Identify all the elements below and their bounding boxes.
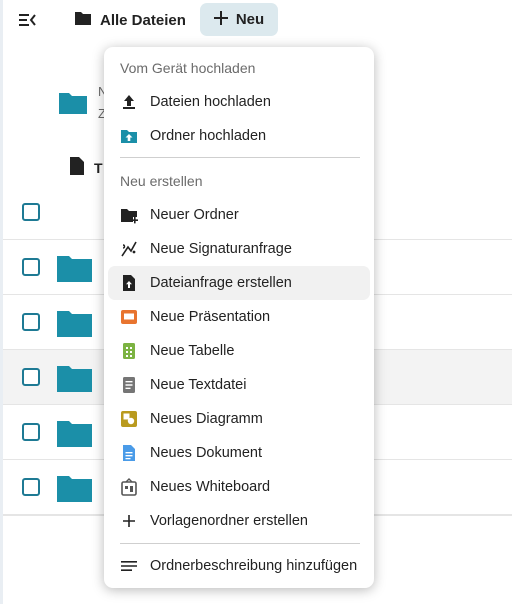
folder-icon [57,253,92,282]
file-upload-icon [120,274,138,292]
new-button-label: Neu [235,11,265,28]
folder-icon [57,308,92,337]
row-checkbox[interactable] [22,258,40,276]
new-folder-item[interactable]: Neuer Ordner [108,198,370,232]
create-template-folder-item[interactable]: Vorlagenordner erstellen [108,504,370,538]
create-section-title: Neu erstellen [120,173,203,189]
new-presentation-item[interactable]: Neue Präsentation [108,300,370,334]
folder-icon [74,9,92,31]
text-file-icon [120,376,138,394]
plus-icon [120,512,138,530]
row-checkbox[interactable] [22,423,40,441]
folder-plus-icon [120,206,138,224]
row-checkbox[interactable] [22,478,40,496]
row-checkbox[interactable] [22,368,40,386]
new-document-item[interactable]: Neues Dokument [108,436,370,470]
folder-icon [57,418,92,447]
file-icon [70,157,84,178]
new-signature-request-item[interactable]: Neue Signaturanfrage [108,232,370,266]
new-button[interactable]: Neu [200,3,278,36]
upload-files-item[interactable]: Dateien hochladen [108,85,370,119]
select-all-checkbox[interactable] [22,203,40,221]
folder-icon [59,90,87,114]
upload-folder-item[interactable]: Ordner hochladen [108,119,370,153]
upload-icon [120,93,138,111]
add-folder-description-item[interactable]: Ordnerbeschreibung hinzufügen [108,549,370,583]
whiteboard-icon [120,478,138,496]
row-checkbox[interactable] [22,313,40,331]
description-icon [120,557,138,575]
upload-section-title: Vom Gerät hochladen [120,60,256,76]
plus-icon [213,10,228,29]
name-column-header[interactable]: T [70,157,103,178]
new-whiteboard-item[interactable]: Neues Whiteboard [108,470,370,504]
toggle-navigation-icon[interactable] [16,9,38,31]
create-file-request-item[interactable]: Dateianfrage erstellen [108,266,370,300]
breadcrumb-label: Alle Dateien [100,11,186,29]
new-spreadsheet-item[interactable]: Neue Tabelle [108,334,370,368]
new-menu: Vom Gerät hochladen Dateien hochladen Or… [104,47,374,588]
new-text-file-item[interactable]: Neue Textdatei [108,368,370,402]
new-diagram-item[interactable]: Neues Diagramm [108,402,370,436]
menu-separator [120,543,360,544]
presentation-icon [120,308,138,326]
breadcrumb[interactable]: Alle Dateien [74,9,186,31]
spreadsheet-icon [120,342,138,360]
folder-upload-icon [120,127,138,145]
folder-icon [57,473,92,502]
document-icon [120,444,138,462]
menu-separator [120,157,360,158]
folder-icon [57,363,92,392]
signature-icon [120,240,138,258]
diagram-icon [120,410,138,428]
